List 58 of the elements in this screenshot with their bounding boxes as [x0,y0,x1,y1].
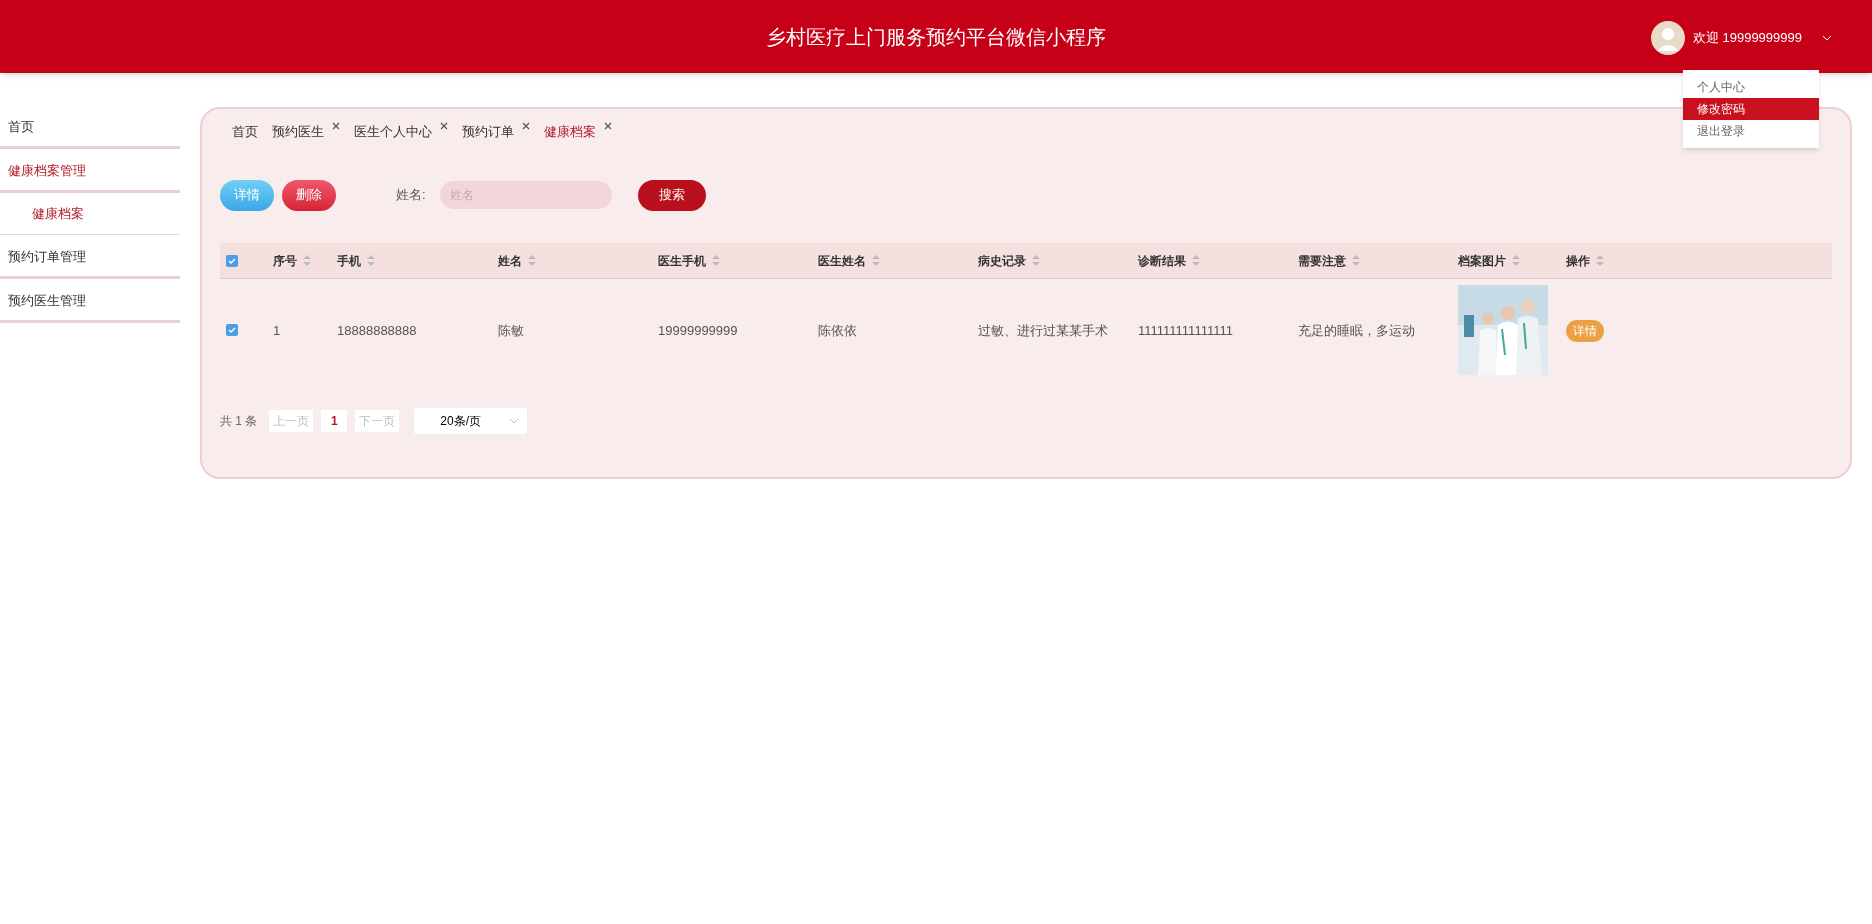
tab[interactable]: 预约医生 [272,122,324,142]
page-size-select[interactable]: 20条/页 [413,407,529,435]
tab[interactable]: 预约订单 [462,122,514,142]
sort-icon[interactable] [367,255,375,266]
column-header: 需要注意 [1298,252,1346,270]
sidebar-item[interactable]: 预约订单管理 [0,235,180,279]
caret-icon[interactable] [1822,35,1832,41]
sort-icon[interactable] [872,255,880,266]
sidebar-item[interactable]: 首页 [0,105,180,149]
sidebar-subitem[interactable]: 健康档案 [0,193,180,235]
sort-icon[interactable] [712,255,720,266]
search-button[interactable]: 搜索 [637,179,706,211]
column-header: 档案图片 [1458,252,1506,270]
close-icon[interactable] [332,122,340,131]
menu-item[interactable]: 个人中心 [1683,76,1819,98]
sort-icon[interactable] [1512,255,1520,266]
table-cell: 1 [273,323,281,338]
tab[interactable]: 健康档案 [544,122,596,142]
column-header: 诊断结果 [1138,252,1186,270]
column-header: 序号 [273,252,297,270]
tab[interactable]: 医生个人中心 [354,122,432,142]
column-header: 病史记录 [978,252,1026,270]
sidebar-item[interactable]: 预约医生管理 [0,279,180,323]
search-label: 姓名: [396,186,426,205]
table-cell: 陈依依 [818,323,857,338]
table-cell: 18888888888 [337,323,417,338]
user-greeting[interactable]: 欢迎 19999999999 [1692,28,1802,48]
table-cell: 过敏、进行过某某手术 [978,323,1108,338]
menu-item[interactable]: 修改密码 [1683,98,1819,120]
avatar-icon [1650,21,1685,55]
column-header: 姓名 [498,252,522,270]
table-cell: 陈敏 [498,323,524,338]
sort-icon[interactable] [303,255,311,266]
table-cell: 充足的睡眠，多运动 [1298,323,1415,338]
column-header: 操作 [1566,252,1590,270]
close-icon[interactable] [604,122,612,131]
column-header: 手机 [337,252,361,270]
total-count: 共 1 条 [220,413,258,430]
tab[interactable]: 首页 [232,122,258,142]
column-header: 医生手机 [658,252,706,270]
checkbox[interactable] [226,324,238,336]
sort-icon[interactable] [1352,255,1360,266]
checkbox[interactable] [226,254,238,267]
page-button[interactable]: 1 [321,410,348,432]
sort-icon[interactable] [1032,255,1040,266]
sort-icon[interactable] [1192,255,1200,266]
menu-item[interactable]: 退出登录 [1683,120,1819,142]
app-title: 乡村医疗上门服务预约平台微信小程序 [766,23,1106,51]
table-cell: 19999999999 [658,323,738,338]
close-icon[interactable] [440,122,448,131]
column-header: 医生姓名 [818,252,866,270]
sort-icon[interactable] [528,255,536,266]
sort-icon[interactable] [1596,255,1604,266]
delete-button[interactable]: 删除 [282,179,336,211]
table-cell: 111111111111111 [1138,323,1233,338]
sidebar-item[interactable]: 健康档案管理 [0,149,180,193]
chevron-icon [509,418,520,424]
close-icon[interactable] [522,122,530,131]
